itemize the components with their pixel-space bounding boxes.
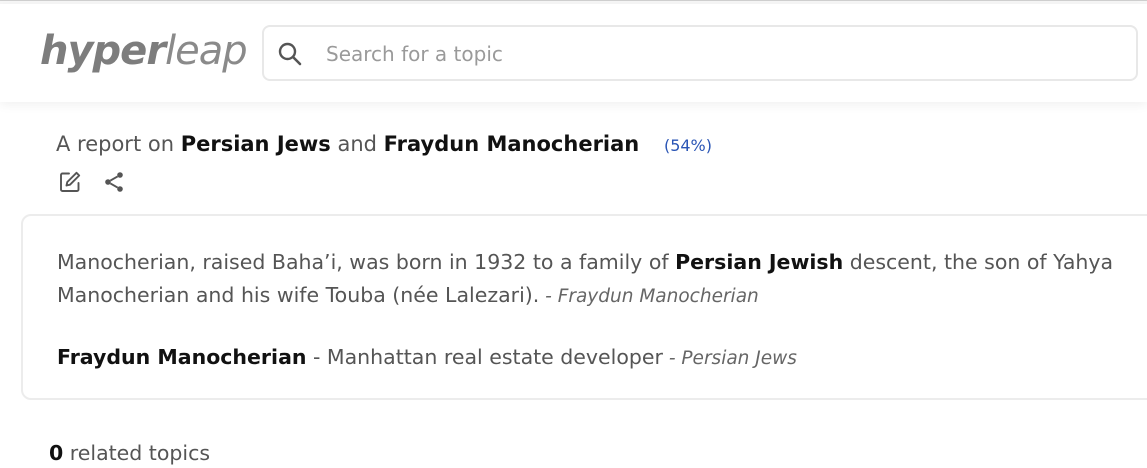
- excerpt-source[interactable]: - Persian Jews: [663, 348, 797, 369]
- edit-icon[interactable]: [58, 170, 82, 194]
- related-topics-count: 0: [49, 441, 64, 465]
- excerpt-highlight: Fraydun Manocherian: [57, 345, 307, 369]
- search-bar[interactable]: [262, 25, 1138, 81]
- excerpt-paragraph: Fraydun Manocherian - Manhattan real est…: [57, 341, 1147, 375]
- search-icon[interactable]: [277, 41, 303, 67]
- relevance-percentage: (54%): [663, 136, 712, 155]
- excerpt-paragraph: Manocherian, raised Baha’i, was born in …: [57, 246, 1147, 313]
- related-topics-label: related topics: [63, 441, 211, 465]
- topic-link-fraydun-manocherian[interactable]: Fraydun Manocherian: [384, 132, 640, 156]
- logo-text-bold: hyper: [40, 28, 166, 74]
- related-topics-heading: 0 related topics: [49, 438, 210, 468]
- excerpt-highlight: Persian Jewish: [675, 250, 844, 274]
- excerpt-text-part1: Manocherian, raised Baha’i, was born in …: [57, 250, 676, 274]
- excerpt-source[interactable]: - Fraydun Manocherian: [539, 286, 759, 307]
- excerpt-text: - Manhattan real estate developer: [306, 345, 663, 369]
- topic-link-persian-jews[interactable]: Persian Jews: [181, 132, 331, 156]
- title-prefix: A report on: [56, 132, 175, 156]
- logo-text-light: leap: [165, 28, 248, 74]
- report-title: A report on Persian Jews and Fraydun Man…: [56, 129, 712, 161]
- search-input[interactable]: [326, 39, 1106, 69]
- title-conjunction: and: [337, 132, 377, 156]
- site-header: hyperleap: [0, 4, 1147, 102]
- excerpt-card: Manocherian, raised Baha’i, was born in …: [21, 214, 1147, 400]
- hyperleap-logo[interactable]: hyperleap: [40, 25, 248, 77]
- share-icon[interactable]: [102, 170, 126, 194]
